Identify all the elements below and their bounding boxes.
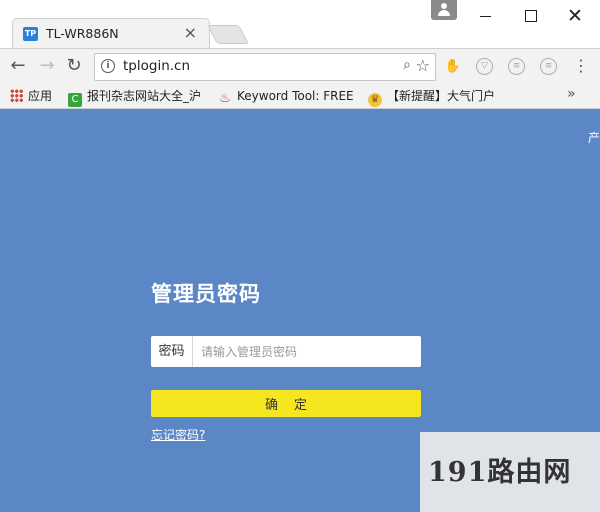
trophy-icon: ♛ bbox=[368, 93, 382, 107]
bookmark-portal[interactable]: ♛ 【新提醒】大气门户 bbox=[368, 87, 505, 107]
apps-grid-icon bbox=[10, 89, 23, 102]
corner-text: 产 bbox=[588, 131, 600, 145]
extension-circle-icon-2[interactable]: ≡ bbox=[540, 58, 557, 75]
info-icon[interactable]: i bbox=[101, 59, 115, 73]
close-window-button[interactable]: ✕ bbox=[555, 2, 595, 30]
minimize-button[interactable] bbox=[465, 2, 505, 30]
extension-shield-icon[interactable]: ▽ bbox=[476, 58, 493, 75]
bookmark-star-icon[interactable]: ☆ bbox=[416, 56, 430, 75]
keyword-tool-icon: ♨ bbox=[219, 91, 231, 106]
page-title: 管理员密码 bbox=[151, 282, 261, 306]
title-bar: TP TL-WR886N × ✕ bbox=[0, 0, 600, 49]
password-field-group: 密码 bbox=[151, 336, 421, 367]
forward-arrow-icon[interactable]: → bbox=[35, 54, 59, 78]
bookmark-newspapers[interactable]: C 报刊杂志网站大全_沪 bbox=[68, 87, 209, 107]
password-label: 密码 bbox=[151, 336, 193, 367]
maximize-button[interactable] bbox=[510, 2, 550, 30]
watermark-text: 191路由网 bbox=[428, 457, 572, 488]
browser-tab[interactable]: TP TL-WR886N × bbox=[12, 18, 210, 49]
profile-icon[interactable] bbox=[431, 0, 457, 20]
watermark: 191路由网 bbox=[420, 432, 600, 512]
extension-hand-icon[interactable]: ✋ bbox=[444, 58, 462, 76]
forgot-password-link[interactable]: 忘记密码? bbox=[151, 426, 205, 443]
reload-icon[interactable]: ↻ bbox=[62, 54, 86, 78]
bookmark-label: 报刊杂志网站大全_沪 bbox=[87, 89, 202, 103]
browser-toolbar: ← → ↻ i tplogin.cn ⌕ ☆ ✋ ▽ ≡ ≡ ⋮ bbox=[0, 48, 600, 85]
bookmark-label: 【新提醒】大气门户 bbox=[387, 89, 496, 103]
bookmarks-bar: 应用 C 报刊杂志网站大全_沪 ♨ Keyword Tool: FREE ♛ 【新提醒… bbox=[0, 84, 600, 109]
zoom-icon[interactable]: ⌕ bbox=[403, 57, 411, 73]
green-c-icon: C bbox=[68, 93, 82, 107]
url-text[interactable]: tplogin.cn bbox=[123, 58, 190, 74]
chevron-double-right-icon[interactable]: » bbox=[567, 86, 576, 102]
new-tab-button[interactable] bbox=[206, 25, 250, 44]
tab-close-icon[interactable]: × bbox=[184, 24, 197, 42]
bookmark-apps[interactable]: 应用 bbox=[10, 87, 52, 105]
extension-circle-icon[interactable]: ≡ bbox=[508, 58, 525, 75]
password-input[interactable] bbox=[193, 336, 421, 367]
address-bar[interactable]: i tplogin.cn ⌕ ☆ bbox=[94, 53, 436, 81]
bookmark-label: Keyword Tool: FREE bbox=[237, 89, 353, 103]
confirm-button[interactable]: 确定 bbox=[151, 390, 421, 417]
back-arrow-icon[interactable]: ← bbox=[6, 54, 30, 78]
tp-link-favicon-icon: TP bbox=[23, 27, 38, 41]
bookmark-label: 应用 bbox=[28, 89, 53, 103]
bookmark-keyword-tool[interactable]: ♨ Keyword Tool: FREE bbox=[218, 87, 353, 106]
tab-title: TL-WR886N bbox=[46, 26, 119, 41]
menu-dots-icon[interactable]: ⋮ bbox=[573, 56, 589, 76]
